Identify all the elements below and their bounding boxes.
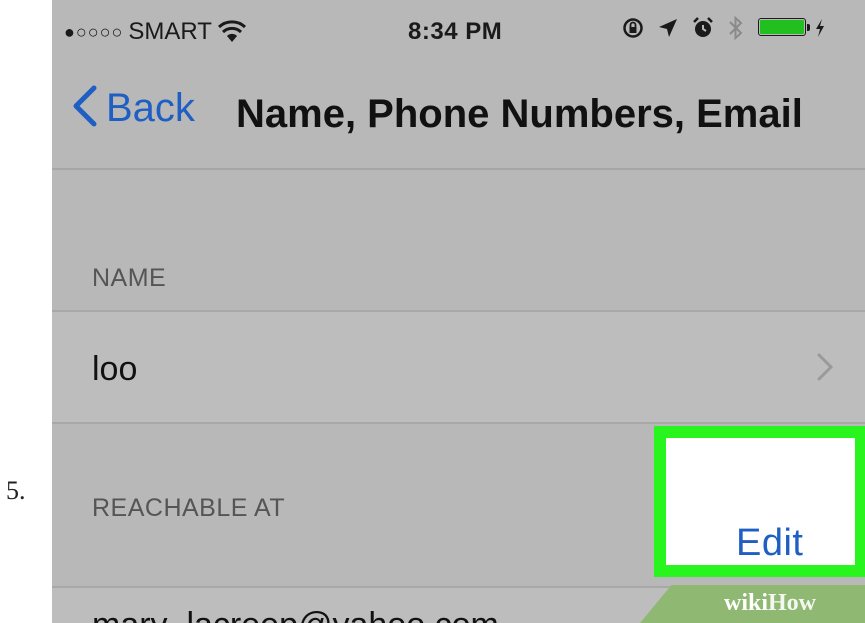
- email-value: mary_lacreep@yahoo.com: [92, 606, 499, 623]
- wifi-icon: [217, 20, 247, 44]
- name-value: loo: [92, 350, 138, 388]
- alarm-icon: [692, 17, 714, 39]
- carrier-info: ●○○○○ SMART: [64, 18, 247, 46]
- battery-level-fill: [760, 20, 804, 34]
- status-icons: [622, 16, 826, 40]
- name-row[interactable]: loo: [52, 312, 865, 424]
- signal-strength: ●○○○○: [64, 21, 124, 42]
- watermark-part2: How: [768, 590, 817, 616]
- edit-label: Edit: [736, 522, 804, 564]
- back-button[interactable]: Back: [70, 84, 195, 133]
- status-time: 8:34 PM: [408, 18, 503, 45]
- section-header-name-label: NAME: [92, 264, 167, 292]
- battery-icon: [758, 18, 812, 38]
- phone-screen: ●○○○○ SMART 8:34 PM Back Name, Phone Num…: [52, 0, 865, 623]
- chevron-right-icon: [816, 352, 834, 387]
- page-title: Name, Phone Numbers, Email: [236, 92, 803, 136]
- chevron-left-icon: [70, 84, 100, 133]
- section-header-reachable-label: REACHABLE AT: [92, 494, 286, 522]
- status-bar: ●○○○○ SMART 8:34 PM: [52, 0, 865, 62]
- section-header-reachable: REACHABLE AT Edit: [52, 424, 865, 588]
- step-number: 5.: [6, 476, 26, 505]
- rotation-lock-icon: [622, 17, 644, 39]
- watermark-part1: wiki: [724, 590, 769, 616]
- navigation-bar: Back Name, Phone Numbers, Email: [52, 62, 865, 170]
- edit-button[interactable]: Edit: [654, 426, 865, 577]
- location-icon: [658, 18, 678, 38]
- charging-icon: [814, 18, 826, 38]
- watermark-logo: wikiHow: [724, 590, 816, 617]
- back-label: Back: [106, 86, 195, 130]
- section-header-name: NAME: [52, 170, 865, 312]
- bluetooth-icon: [728, 16, 744, 40]
- carrier-name: SMART: [128, 18, 212, 45]
